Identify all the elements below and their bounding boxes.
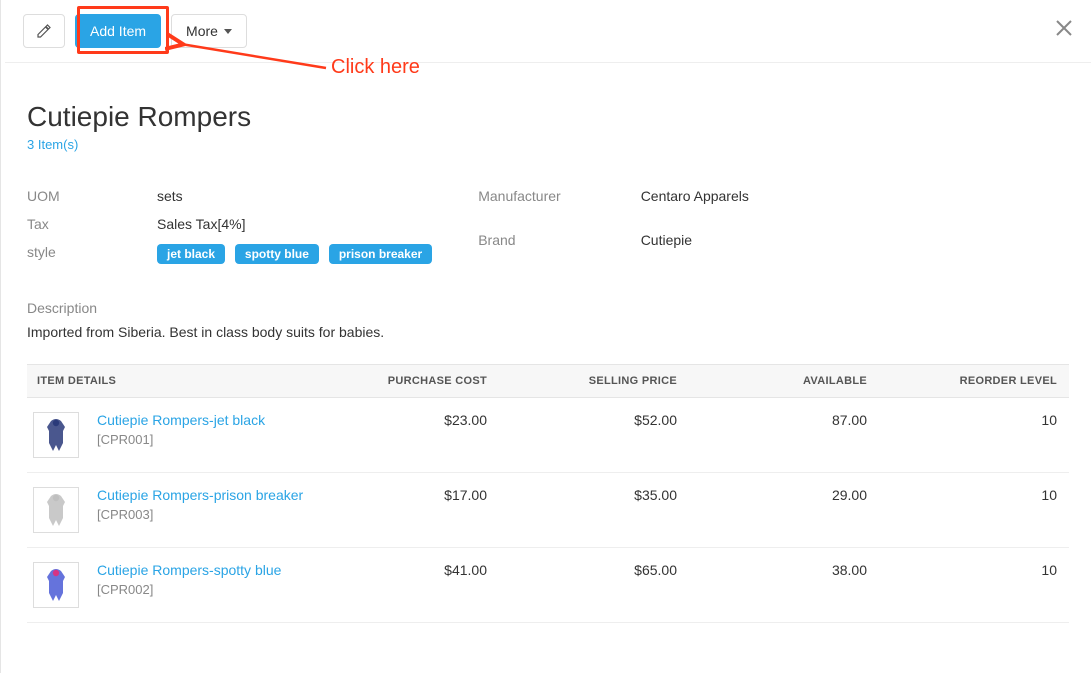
toolbar: Add Item More <box>5 0 1091 63</box>
item-name-link[interactable]: Cutiepie Rompers-spotty blue <box>97 562 281 578</box>
item-name-link[interactable]: Cutiepie Rompers-jet black <box>97 412 265 428</box>
col-selling: SELLING PRICE <box>499 365 689 398</box>
meta-value: Sales Tax[4%] <box>157 210 438 238</box>
add-item-button[interactable]: Add Item <box>75 14 161 48</box>
cell-reorder: 10 <box>879 398 1069 473</box>
item-thumbnail[interactable] <box>33 487 79 533</box>
meta-label: UOM <box>27 182 157 210</box>
meta-value-tags: jet black spotty blue prison breaker <box>157 238 438 270</box>
meta-label: style <box>27 238 157 270</box>
meta-right: Manufacturer Centaro Apparels Brand Cuti… <box>478 182 840 270</box>
meta-label: Tax <box>27 210 157 238</box>
pencil-icon <box>36 23 52 39</box>
cell-purchase: $41.00 <box>344 548 499 623</box>
cell-selling: $65.00 <box>499 548 689 623</box>
more-label: More <box>186 23 218 39</box>
cell-purchase: $17.00 <box>344 473 499 548</box>
content-area: Cutiepie Rompers 3 Item(s) UOM sets Tax … <box>5 63 1091 623</box>
col-available: AVAILABLE <box>689 365 879 398</box>
romper-icon <box>41 417 71 453</box>
item-name-link[interactable]: Cutiepie Rompers-prison breaker <box>97 487 303 503</box>
edit-button[interactable] <box>23 14 65 48</box>
item-count-link[interactable]: 3 Item(s) <box>27 137 78 152</box>
cell-reorder: 10 <box>879 473 1069 548</box>
romper-icon <box>41 492 71 528</box>
style-tag[interactable]: prison breaker <box>329 244 432 264</box>
close-icon <box>1055 19 1073 37</box>
meta-section: UOM sets Tax Sales Tax[4%] style jet bla… <box>27 182 1069 270</box>
table-row: Cutiepie Rompers-jet black [CPR001] $23.00… <box>27 398 1069 473</box>
item-sku: [CPR001] <box>97 432 265 447</box>
item-sku: [CPR002] <box>97 582 281 597</box>
close-button[interactable] <box>1055 18 1073 42</box>
cell-available: 29.00 <box>689 473 879 548</box>
meta-value: sets <box>157 182 438 210</box>
style-tag[interactable]: spotty blue <box>235 244 319 264</box>
col-reorder: REORDER LEVEL <box>879 365 1069 398</box>
col-details: ITEM DETAILS <box>27 365 344 398</box>
cell-purchase: $23.00 <box>344 398 499 473</box>
cell-available: 87.00 <box>689 398 879 473</box>
style-tag[interactable]: jet black <box>157 244 225 264</box>
col-purchase: PURCHASE COST <box>344 365 499 398</box>
description-text: Imported from Siberia. Best in class bod… <box>27 324 1069 340</box>
item-thumbnail[interactable] <box>33 412 79 458</box>
meta-value: Cutiepie <box>641 226 841 270</box>
item-sku: [CPR003] <box>97 507 303 522</box>
page-title: Cutiepie Rompers <box>27 101 1069 133</box>
meta-value: Centaro Apparels <box>641 182 841 226</box>
cell-available: 38.00 <box>689 548 879 623</box>
item-thumbnail[interactable] <box>33 562 79 608</box>
cell-reorder: 10 <box>879 548 1069 623</box>
more-button[interactable]: More <box>171 14 247 48</box>
cell-selling: $52.00 <box>499 398 689 473</box>
meta-label: Manufacturer <box>478 182 640 226</box>
meta-label: Brand <box>478 226 640 270</box>
table-row: Cutiepie Rompers-prison breaker [CPR003] $… <box>27 473 1069 548</box>
meta-left: UOM sets Tax Sales Tax[4%] style jet bla… <box>27 182 438 270</box>
romper-icon <box>41 567 71 603</box>
cell-selling: $35.00 <box>499 473 689 548</box>
chevron-down-icon <box>224 29 232 34</box>
description-label: Description <box>27 300 1069 316</box>
items-table: ITEM DETAILS PURCHASE COST SELLING PRICE… <box>27 364 1069 623</box>
table-row: Cutiepie Rompers-spotty blue [CPR002] $41.… <box>27 548 1069 623</box>
